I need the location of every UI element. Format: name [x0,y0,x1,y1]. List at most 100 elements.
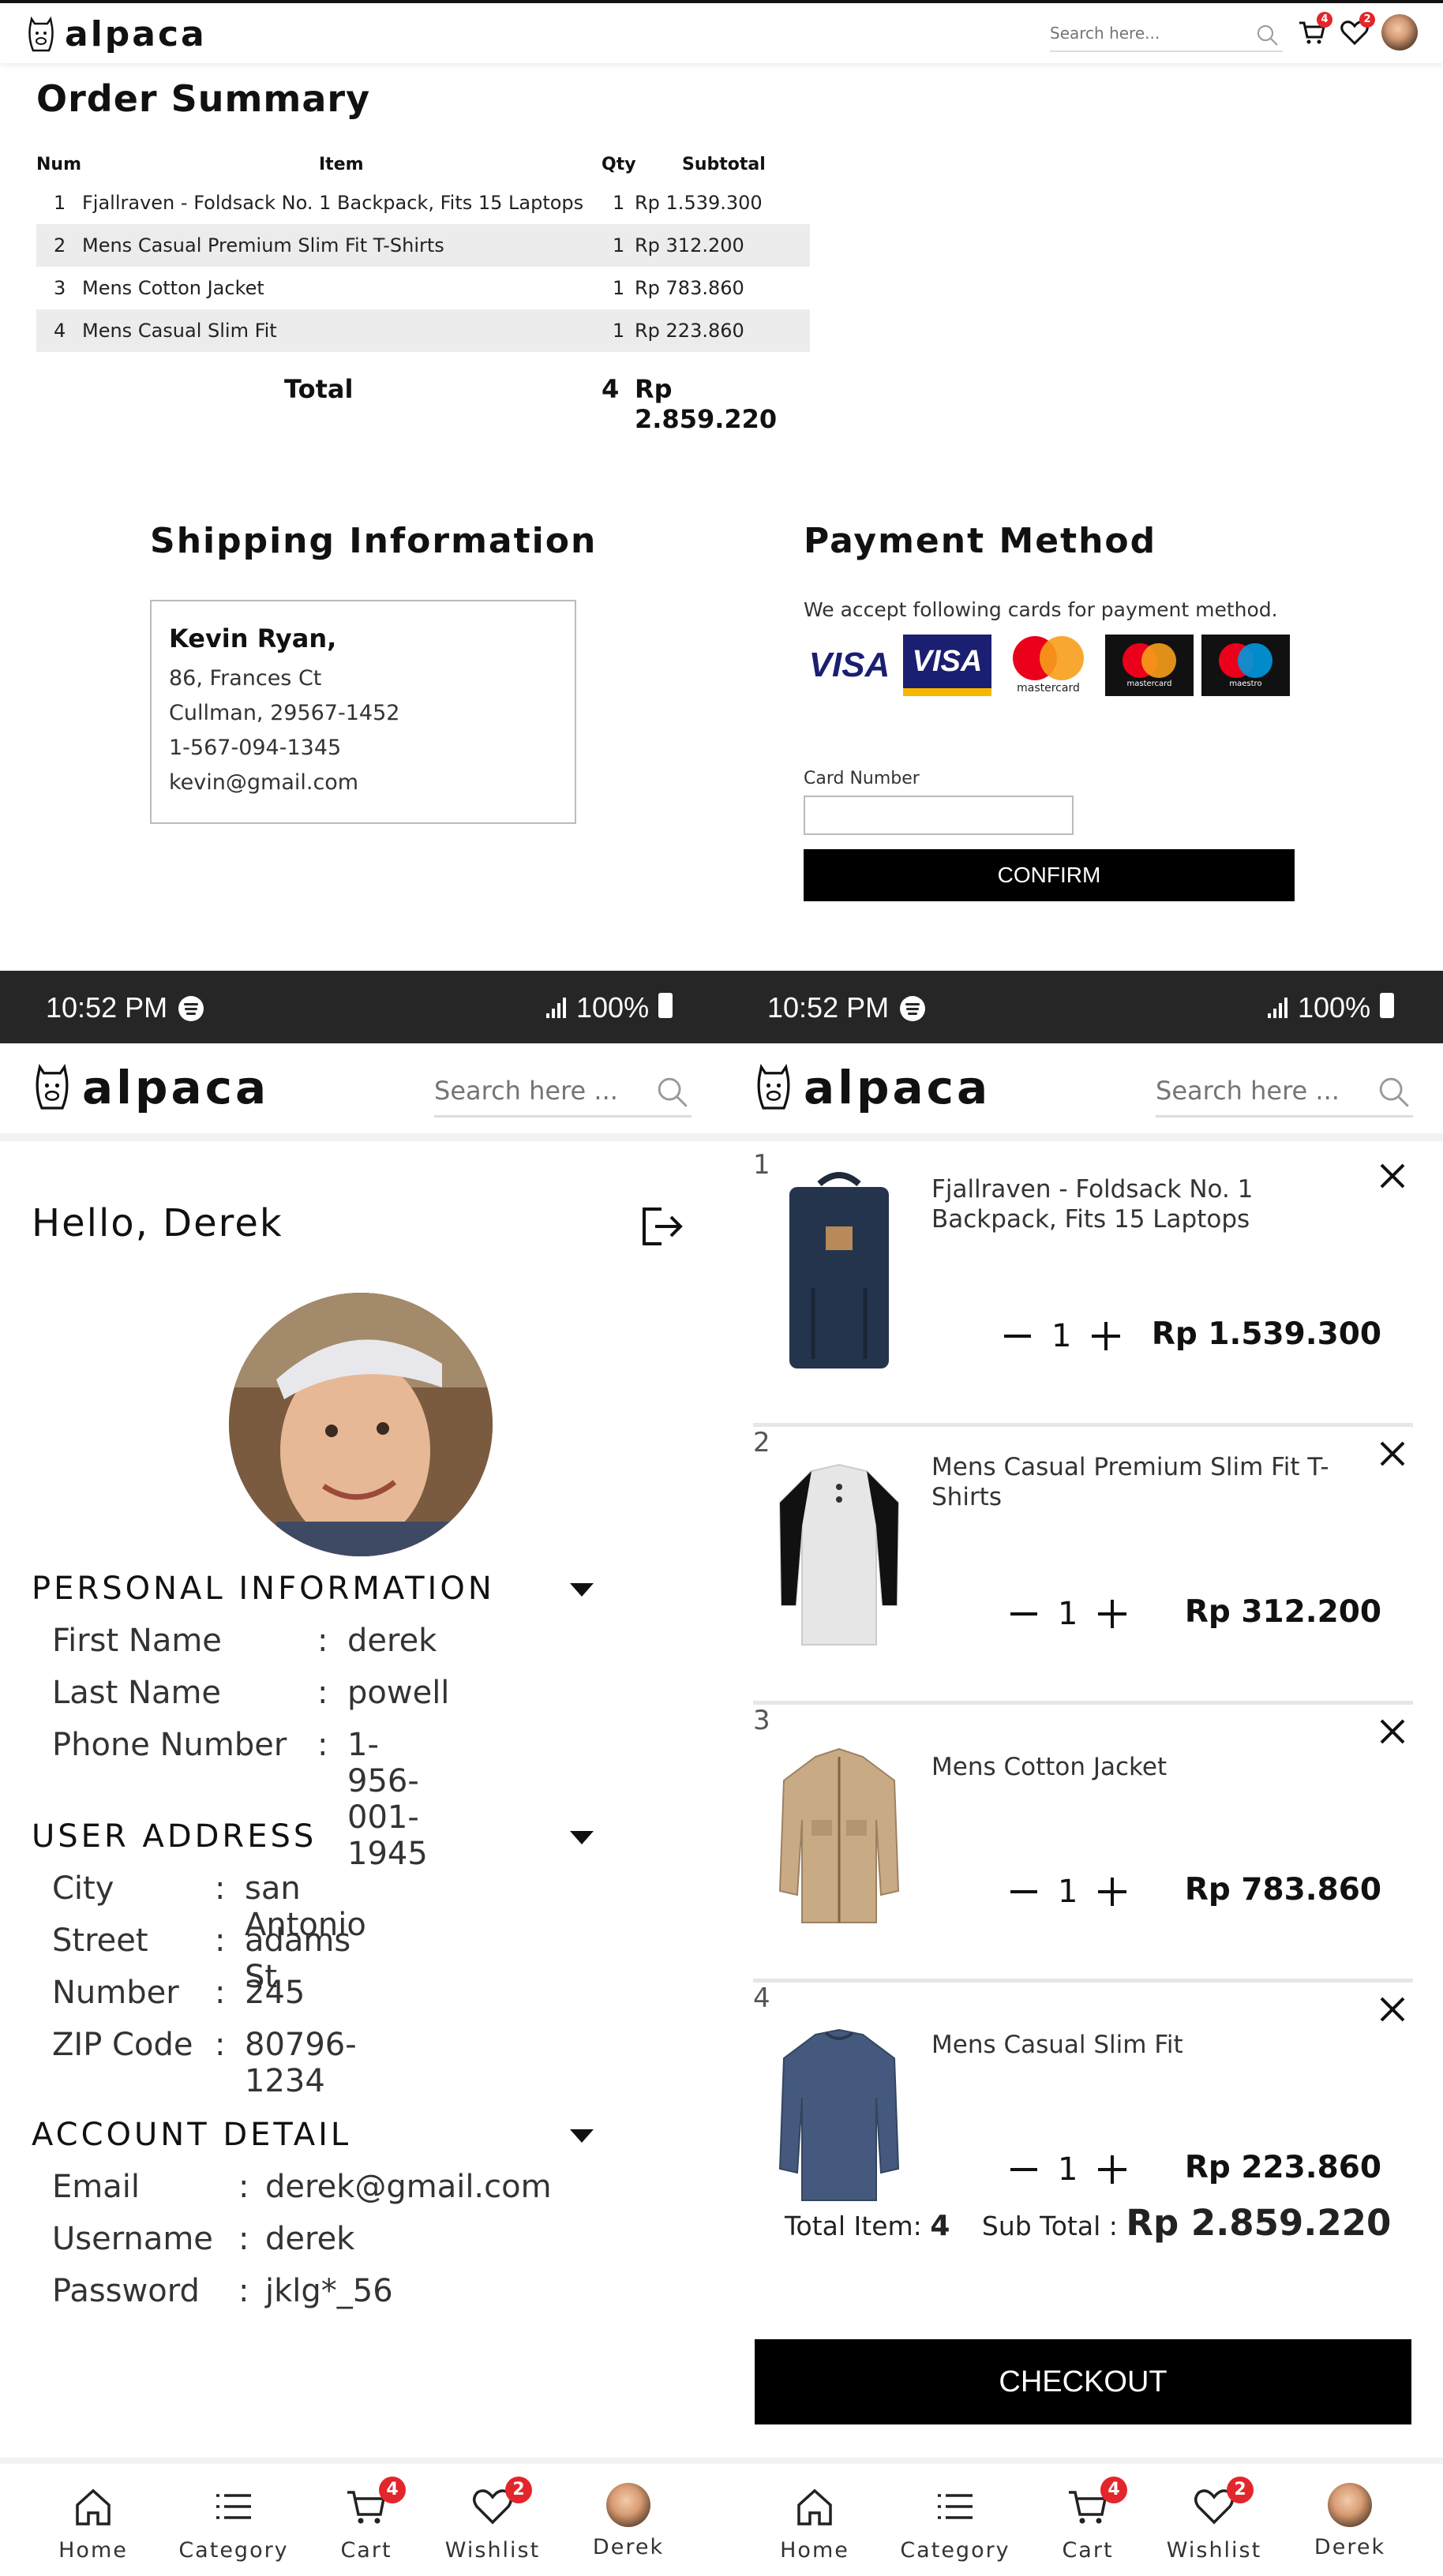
field-label: Number [52,1975,179,2011]
field-label: Password [52,2273,200,2309]
greeting: Hello, Derek [32,1201,283,1245]
close-icon[interactable] [1377,1994,1408,2025]
table-header: Num Item Qty Subtotal [36,150,810,182]
list-icon [216,2494,251,2519]
order-summary-title: Order Summary [36,77,371,120]
user-address-header[interactable]: USER ADDRESS [32,1818,317,1855]
column-header: Qty [602,155,636,174]
brand-logo[interactable]: alpaca [32,1061,269,1114]
cart-item: 3 Mens Cotton Jacket 1 Rp 783.860 [753,1705,1413,1983]
wishlist-badge: 2 [1227,2477,1254,2503]
product-name: Fjallraven - Foldsack No. 1 Backpack, Fi… [931,1175,1254,1234]
cart-screen: 10:52 PM 100% alpaca 1 Fjallraven - Fold… [722,971,1443,2576]
minus-icon[interactable] [1004,1335,1031,1338]
mobile-header: alpaca [722,1043,1443,1141]
nav-category[interactable]: Category [171,2483,297,2563]
nav-cart[interactable]: 4 Cart [1025,2477,1151,2563]
nav-profile[interactable]: Derek [1287,2483,1413,2559]
product-name: Mens Casual Slim Fit [931,2031,1183,2059]
field-row: City: san Antonio [52,1870,366,1943]
shipping-title: Shipping Information [150,521,598,561]
nav-cart[interactable]: 4 Cart [303,2477,429,2563]
header-actions: 4 2 [1296,12,1418,51]
search-input[interactable] [1050,17,1239,49]
minus-icon[interactable] [1010,1612,1037,1616]
spotify-icon [178,996,204,1021]
account-detail-header[interactable]: ACCOUNT DETAIL [32,2117,351,2153]
search-input[interactable] [434,1067,639,1114]
nav-home[interactable]: Home [30,2483,156,2563]
nav-category[interactable]: Category [892,2483,1018,2563]
personal-info-header[interactable]: PERSONAL INFORMATION [32,1571,495,1607]
cart-button[interactable]: 4 [1296,12,1332,48]
profile-photo [229,1293,493,1556]
bottom-nav: Home Category 4 Cart 2 Wishlist Derek [722,2458,1443,2576]
mobile-header: alpaca [0,1043,722,1141]
brand-logo[interactable]: alpaca [753,1061,991,1114]
field-value: powell [347,1675,450,1711]
cart-item: 2 Mens Casual Premium Slim Fit T-Shirts … [753,1427,1413,1705]
item-price: Rp 223.860 [1184,2150,1381,2185]
field-value: derek [347,1623,437,1659]
total-label: Total [284,374,354,404]
search-icon[interactable] [654,1073,690,1110]
minus-icon[interactable] [1010,1890,1037,1893]
row-qty: 1 [613,277,625,299]
card-number-field[interactable] [804,796,1074,835]
logout-icon[interactable] [638,1204,685,1249]
order-table: Num Item Qty Subtotal 1 Fjallraven - Fol… [36,150,810,434]
confirm-button[interactable]: CONFIRM [804,849,1295,901]
cart-list[interactable]: 1 Fjallraven - Foldsack No. 1 Backpack, … [722,1149,1443,2357]
desktop-search[interactable] [1050,17,1283,52]
row-qty: 1 [613,320,625,342]
nav-label: Derek [1314,2535,1386,2559]
mobile-search[interactable] [434,1067,692,1118]
nav-profile[interactable]: Derek [565,2483,692,2559]
caret-down-icon[interactable] [570,1831,594,1844]
wishlist-button[interactable]: 2 [1339,12,1375,48]
field-row: Phone Number:1-956-001-1945 [52,1727,428,1872]
nav-wishlist[interactable]: 2 Wishlist [429,2477,556,2563]
field-row: Email: derek@gmail.com [52,2169,552,2205]
search-icon[interactable] [1254,22,1280,47]
close-icon[interactable] [1377,1716,1408,1747]
mastercard-caption: mastercard [1017,682,1080,695]
quantity-stepper: 1 [1004,1318,1121,1354]
item-number: 2 [753,1427,770,1458]
quantity-stepper: 1 [1010,2151,1127,2188]
shipping-address-card: Kevin Ryan, 86, Frances Ct Cullman, 2956… [150,600,576,824]
total-item-label: Total Item: [785,2211,922,2241]
quantity-value: 1 [1058,2151,1078,2188]
maestro-logo: maestro [1201,635,1290,696]
caret-down-icon[interactable] [570,1583,594,1597]
column-header: Item [319,155,364,174]
field-value: derek [265,2221,355,2257]
nav-home[interactable]: Home [751,2483,878,2563]
avatar[interactable] [1381,14,1418,51]
plus-icon[interactable] [1098,1878,1127,1906]
caret-down-icon[interactable] [570,2129,594,2143]
home-icon [797,2488,832,2525]
plus-icon[interactable] [1098,1600,1127,1628]
close-icon[interactable] [1377,1438,1408,1470]
field-row: Last Name: powell [52,1675,450,1711]
mobile-search[interactable] [1156,1067,1413,1118]
payment-note: We accept following cards for payment me… [804,598,1278,621]
quantity-value: 1 [1058,1874,1078,1910]
mastercard-logo: mastercard [999,635,1097,696]
plus-icon[interactable] [1092,1322,1121,1350]
cart-badge: 4 [1317,12,1332,28]
sweater-image [778,2028,900,2201]
brand-logo[interactable]: alpaca [25,14,207,54]
checkout-button[interactable]: CHECKOUT [755,2339,1411,2424]
search-input[interactable] [1156,1067,1361,1114]
plus-icon[interactable] [1098,2155,1127,2184]
minus-icon[interactable] [1010,2168,1037,2171]
search-icon[interactable] [1375,1073,1411,1110]
row-qty: 1 [613,192,625,214]
status-time: 10:52 PM [46,991,168,1024]
payment-title: Payment Method [804,521,1157,561]
cart-totals: Total Item: 4 Sub Total : Rp 2.859.220 [785,2202,1391,2244]
nav-wishlist[interactable]: 2 Wishlist [1151,2477,1277,2563]
close-icon[interactable] [1377,1160,1408,1192]
